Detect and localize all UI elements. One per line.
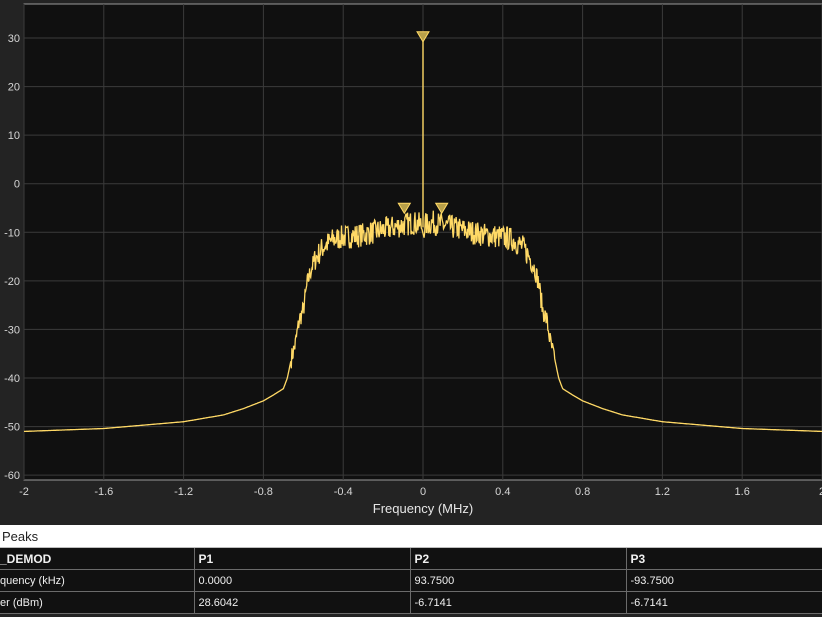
- y-tick-label: 10: [8, 130, 20, 142]
- y-tick-label: -20: [4, 276, 20, 288]
- table-row: quency (kHz) 0.0000 93.7500 -93.7500: [0, 569, 822, 592]
- x-axis-ticks: -2-1.6-1.2-0.8-0.400.40.81.21.62: [19, 486, 822, 498]
- x-tick-label: 0.8: [575, 486, 590, 498]
- table-header-row: _DEMOD P1 P2 P3: [0, 548, 822, 570]
- column-header: P3: [626, 548, 822, 570]
- table-cell: 28.6042: [194, 591, 411, 614]
- peaks-panel-header: Peaks: [0, 525, 822, 548]
- table-cell: -93.7500: [626, 569, 822, 592]
- peaks-table: _DEMOD P1 P2 P3 quency (kHz) 0.0000 93.7…: [0, 548, 822, 614]
- y-tick-label: 30: [8, 33, 20, 45]
- x-tick-label: 1.6: [735, 486, 750, 498]
- y-tick-label: -50: [4, 422, 20, 434]
- y-axis-ticks: 30 20 10 0 -10 -20 -30 -40 -50 -60: [4, 33, 20, 482]
- y-tick-label: 20: [8, 82, 20, 94]
- y-tick-label: -60: [4, 470, 20, 482]
- x-tick-label: -2: [19, 486, 29, 498]
- x-tick-label: -1.2: [174, 486, 193, 498]
- table-cell: -6.7141: [626, 591, 822, 614]
- table-cell: 0.0000: [194, 569, 411, 592]
- table-row: er (dBm) 28.6042 -6.7141 -6.7141: [0, 591, 822, 614]
- row-label: er (dBm): [0, 591, 195, 614]
- x-tick-label: -1.6: [94, 486, 113, 498]
- x-tick-label: 1.2: [655, 486, 670, 498]
- y-tick-label: -10: [4, 227, 20, 239]
- spectrum-plot: 30 20 10 0 -10 -20 -30 -40 -50 -60 -2 -1.6 -1.2 -0.8…: [0, 0, 822, 525]
- table-cell: 93.7500: [410, 569, 627, 592]
- x-axis-label: Frequency (MHz): [373, 501, 473, 516]
- table-cell: -6.7141: [410, 591, 627, 614]
- column-header: _DEMOD: [0, 548, 195, 570]
- row-label: quency (kHz): [0, 569, 195, 592]
- spectrum-chart: 30 20 10 0 -10 -20 -30 -40 -50 -60 -2 -1.6 -1.2 -0.8…: [4, 3, 822, 516]
- column-header: P1: [194, 548, 411, 570]
- x-tick-label: -0.8: [254, 486, 273, 498]
- x-tick-label: -0.4: [334, 486, 353, 498]
- y-tick-label: 0: [14, 179, 20, 191]
- y-tick-label: -40: [4, 373, 20, 385]
- column-header: P2: [410, 548, 627, 570]
- peaks-title: Peaks: [2, 529, 39, 544]
- x-tick-label: 0.4: [495, 486, 510, 498]
- y-tick-label: -30: [4, 324, 20, 336]
- x-tick-label: 0: [420, 486, 426, 498]
